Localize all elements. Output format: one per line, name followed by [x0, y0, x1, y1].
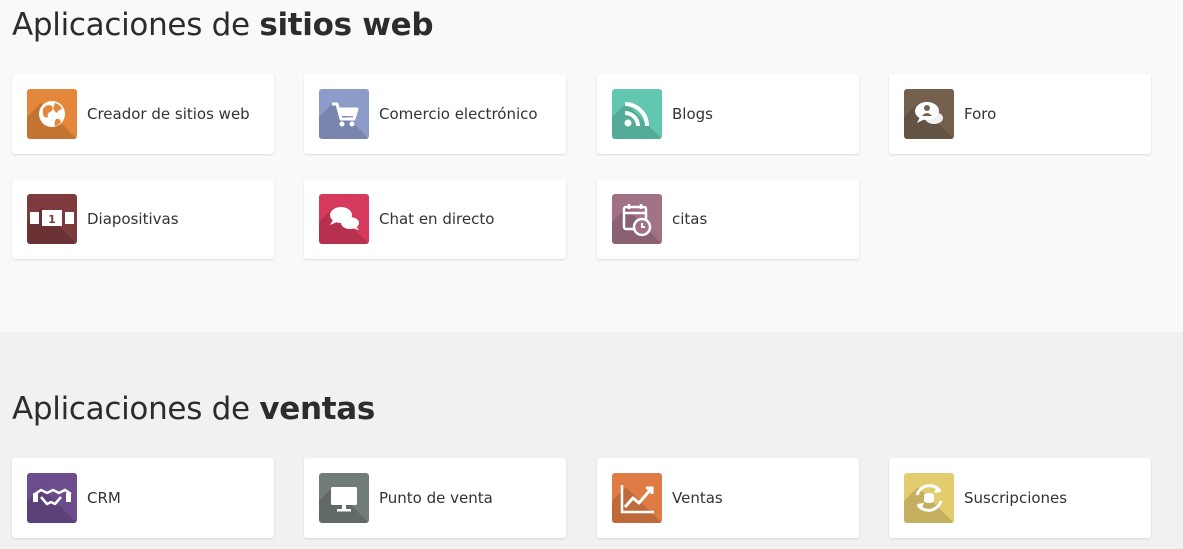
- recurring-coins-icon: [904, 473, 954, 523]
- slides-icon: 1: [27, 194, 77, 244]
- chart-up-icon: [612, 473, 662, 523]
- sales-section-title: Aplicaciones de ventas: [12, 391, 376, 427]
- globe-icon: [27, 89, 77, 139]
- app-card-point-of-sale[interactable]: Punto de venta: [304, 458, 566, 538]
- rss-icon: [612, 89, 662, 139]
- app-label: Comercio electrónico: [379, 105, 538, 123]
- app-card-forum[interactable]: Foro: [889, 74, 1151, 154]
- app-card-subscriptions[interactable]: Suscripciones: [889, 458, 1151, 538]
- app-label: Foro: [964, 105, 997, 123]
- sales-apps-section: Aplicaciones de ventas CRM Punto de vent…: [0, 332, 1183, 549]
- monitor-icon: [319, 473, 369, 523]
- app-label: Ventas: [672, 489, 723, 507]
- app-label: Creador de sitios web: [87, 105, 250, 123]
- app-label: Blogs: [672, 105, 713, 123]
- app-card-ecommerce[interactable]: Comercio electrónico: [304, 74, 566, 154]
- app-card-blogs[interactable]: Blogs: [597, 74, 859, 154]
- app-label: CRM: [87, 489, 121, 507]
- app-label: Chat en directo: [379, 210, 495, 228]
- app-card-slides[interactable]: 1 Diapositivas: [12, 179, 274, 259]
- app-label: Diapositivas: [87, 210, 179, 228]
- app-label: Punto de venta: [379, 489, 493, 507]
- website-apps-section: Aplicaciones de sitios web Creador de si…: [0, 0, 1183, 332]
- app-card-live-chat[interactable]: Chat en directo: [304, 179, 566, 259]
- app-label: Suscripciones: [964, 489, 1068, 507]
- app-label: citas: [672, 210, 708, 228]
- app-card-website-builder[interactable]: Creador de sitios web: [12, 74, 274, 154]
- svg-text:1: 1: [48, 213, 56, 226]
- chat-bubbles-icon: [319, 194, 369, 244]
- handshake-icon: [27, 473, 77, 523]
- app-card-crm[interactable]: CRM: [12, 458, 274, 538]
- app-card-appointments[interactable]: citas: [597, 179, 859, 259]
- app-card-sales[interactable]: Ventas: [597, 458, 859, 538]
- shopping-cart-icon: [319, 89, 369, 139]
- calendar-clock-icon: [612, 194, 662, 244]
- chat-user-icon: [904, 89, 954, 139]
- website-section-title: Aplicaciones de sitios web: [12, 7, 434, 43]
